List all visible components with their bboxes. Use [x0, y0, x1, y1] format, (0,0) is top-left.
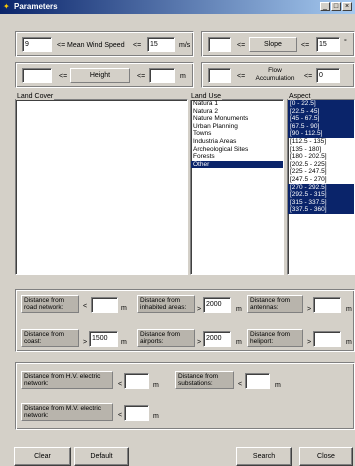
inhabited-op: > — [197, 306, 202, 313]
aspect-list[interactable]: [0 - 22.5] [22.5 - 45] [45 - 67.5] [67.5 - … — [287, 99, 355, 275]
aspect-item[interactable]: [112.5 - 135] — [288, 138, 354, 146]
close-window-button[interactable]: × — [342, 2, 352, 11]
airports-distance-label: Distance from airports: — [137, 329, 195, 347]
minimize-button[interactable]: _ — [320, 2, 330, 11]
land-use-item[interactable]: Natura 2 — [191, 108, 283, 116]
substations-unit: m — [275, 382, 281, 389]
window-title: Parameters — [14, 2, 58, 11]
antennas-distance-input[interactable] — [313, 297, 341, 313]
wind-label: Mean Wind Speed — [67, 42, 125, 49]
aspect-item[interactable]: [135 - 180] — [288, 146, 354, 154]
slope-min-input[interactable] — [208, 37, 231, 52]
height-max-input[interactable] — [149, 68, 175, 83]
substations-distance-input[interactable] — [245, 373, 270, 389]
mv-op: < — [118, 412, 123, 419]
flow-lte-right: <= — [304, 73, 313, 80]
land-cover-list[interactable] — [15, 99, 188, 275]
road-distance-input[interactable] — [91, 297, 118, 313]
aspect-item[interactable]: [90 - 112.5] — [288, 130, 354, 138]
heliport-unit: m — [346, 339, 352, 346]
inhabited-unit: m — [236, 306, 242, 313]
aspect-item[interactable]: [67.5 - 90] — [288, 122, 354, 131]
height-label: Height — [70, 68, 130, 83]
heliport-distance-label: Distance from heliport: — [247, 329, 303, 347]
aspect-item[interactable]: [22.5 - 45] — [288, 107, 354, 116]
antennas-unit: m — [346, 306, 352, 313]
aspect-item[interactable]: [315 - 337.5] — [288, 198, 354, 207]
flow-lte-left: <= — [237, 73, 246, 80]
substations-distance-label: Distance from substations: — [175, 371, 234, 389]
wind-lte-right: <= — [133, 42, 142, 49]
substations-op: < — [238, 381, 243, 388]
default-button[interactable]: Default — [74, 447, 129, 466]
slope-unit: ° — [344, 39, 347, 46]
height-lte-left: <= — [59, 73, 68, 80]
aspect-item[interactable]: [45 - 67.5] — [288, 115, 354, 123]
land-use-item[interactable]: Nature Monuments — [191, 115, 283, 123]
hv-op: < — [118, 381, 123, 388]
coast-distance-input[interactable]: 1500 — [89, 331, 118, 347]
clear-button[interactable]: Clear — [14, 447, 71, 466]
hv-distance-input[interactable] — [124, 373, 149, 389]
airports-unit: m — [236, 339, 242, 346]
mv-unit: m — [153, 413, 159, 420]
coast-unit: m — [121, 339, 127, 346]
height-lte-right: <= — [137, 73, 146, 80]
slope-label: Slope — [249, 37, 297, 52]
hv-distance-label: Distance from H.V. electric network: — [21, 371, 113, 389]
aspect-item[interactable]: [180 - 202.5] — [288, 153, 354, 161]
search-button[interactable]: Search — [236, 447, 292, 466]
land-cover-label: Land Cover — [16, 93, 55, 100]
road-op: < — [83, 303, 88, 310]
maximize-button[interactable]: □ — [331, 2, 341, 11]
aspect-item[interactable]: [247.5 - 270] — [288, 176, 354, 184]
mv-distance-label: Distance from M.V. electric network: — [21, 403, 113, 421]
wind-unit: m/s — [179, 42, 191, 49]
land-use-list[interactable]: Natura 1 Natura 2 Nature Monuments Urban Pl… — [190, 99, 284, 275]
flow-max-input[interactable]: 0 — [316, 68, 340, 83]
land-use-item[interactable]: Other — [191, 160, 283, 169]
aspect-item[interactable]: [0 - 22.5] — [288, 100, 354, 108]
wind-lte-left: <= — [57, 42, 66, 49]
airports-distance-input[interactable]: 2000 — [203, 331, 231, 347]
flow-min-input[interactable] — [208, 68, 231, 83]
mv-distance-input[interactable] — [124, 405, 149, 421]
road-unit: m — [121, 305, 127, 312]
antennas-op: > — [307, 306, 312, 313]
flow-label: Flow Accumulation — [255, 67, 295, 82]
app-icon: ✦ — [3, 2, 10, 11]
coast-distance-label: Distance from coast: — [21, 329, 79, 347]
land-use-item[interactable]: Towns — [191, 130, 283, 138]
window-titlebar: Parameters — [0, 0, 355, 14]
aspect-item[interactable]: [225 - 247.5] — [288, 168, 354, 176]
slope-lte-right: <= — [301, 42, 310, 49]
inhabited-distance-input[interactable]: 2000 — [203, 297, 231, 313]
wind-max-input[interactable]: 15 — [147, 37, 175, 52]
aspect-item[interactable]: [337.5 - 360] — [288, 206, 354, 214]
aspect-item[interactable]: [270 - 292.5] — [288, 183, 354, 192]
wind-min-input[interactable]: 9 — [22, 37, 52, 52]
aspect-label: Aspect — [288, 93, 312, 100]
heliport-op: > — [307, 339, 312, 346]
land-use-item[interactable]: Forests — [191, 153, 283, 161]
land-use-label: Land Use — [190, 93, 222, 100]
road-distance-label: Distance from road network: — [21, 295, 79, 313]
coast-op: > — [83, 339, 88, 346]
inhabited-distance-label: Distance from inhabited areas: — [137, 295, 195, 313]
close-button[interactable]: Close — [299, 447, 353, 466]
airports-op: > — [197, 339, 202, 346]
hv-unit: m — [153, 382, 159, 389]
slope-max-input[interactable]: 15 — [316, 37, 340, 52]
land-use-item[interactable]: Urban Planning — [191, 123, 283, 131]
slope-lte-left: <= — [237, 42, 246, 49]
land-use-item[interactable]: Archeological Sites — [191, 146, 283, 154]
land-use-item[interactable]: Natura 1 — [191, 100, 283, 108]
height-min-input[interactable] — [22, 68, 52, 83]
antennas-distance-label: Distance from antennas: — [247, 295, 303, 313]
aspect-item[interactable]: [202.5 - 225] — [288, 161, 354, 169]
height-unit: m — [180, 73, 186, 80]
land-use-item[interactable]: Industria Areas — [191, 138, 283, 146]
aspect-item[interactable]: [292.5 - 315] — [288, 191, 354, 199]
heliport-distance-input[interactable] — [313, 331, 341, 347]
